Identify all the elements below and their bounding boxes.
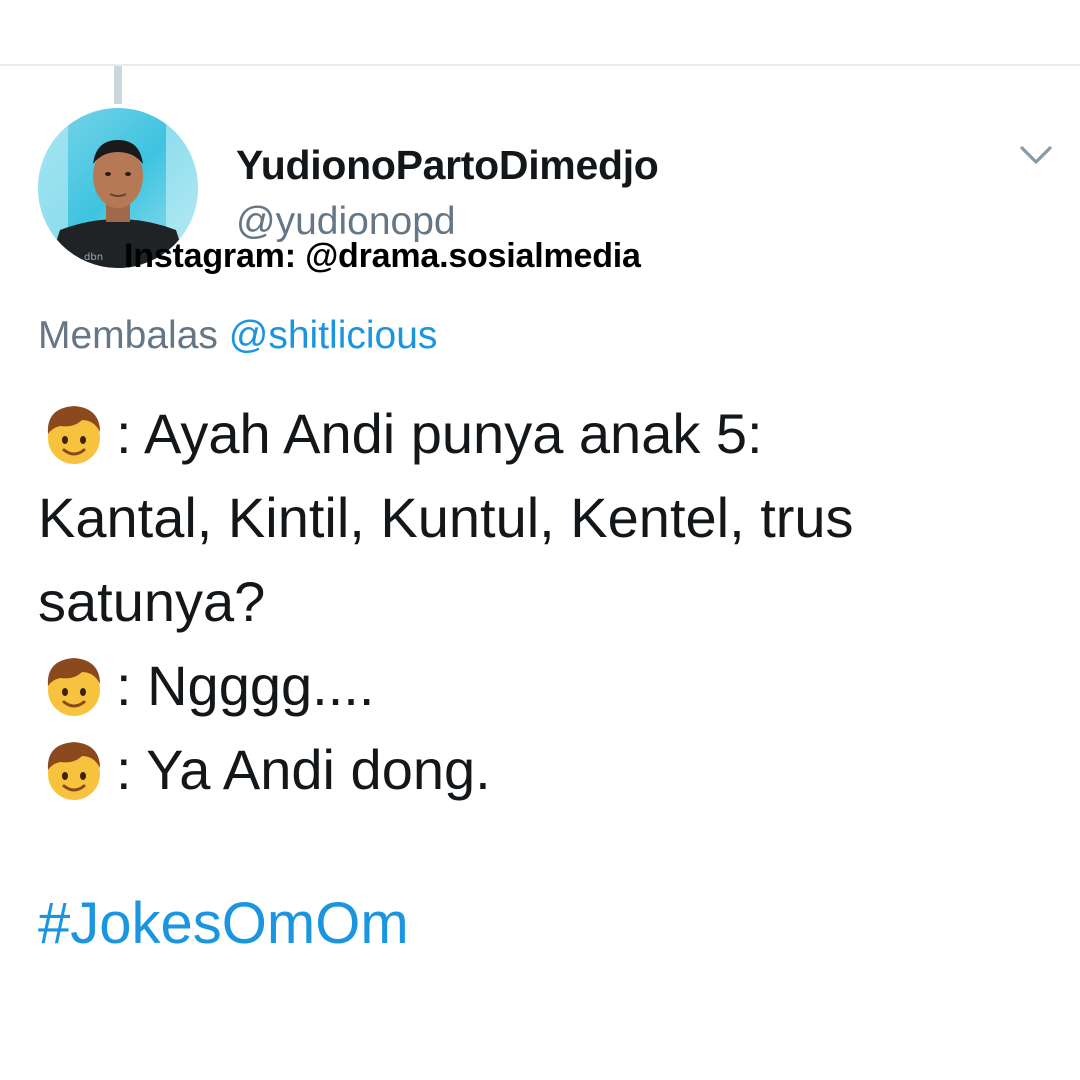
tweet-line-5-text: : Ya Andi dong. xyxy=(116,738,491,801)
tweet-line-2-text: Kantal, Kintil, Kuntul, Kentel, trus xyxy=(38,486,854,549)
reply-prefix: Membalas xyxy=(38,314,218,357)
tweet-line-4-text: : Ngggg.... xyxy=(116,654,375,717)
tweet-text: : Ayah Andi punya anak 5: Kantal, Kintil… xyxy=(38,392,1058,812)
tweet-line-2: Kantal, Kintil, Kuntul, Kentel, trus xyxy=(38,476,1058,560)
watermark-text: Instagram: @drama.sosialmedia xyxy=(124,237,641,275)
top-divider xyxy=(0,64,1080,66)
reply-context: Membalas @shitlicious xyxy=(38,314,437,358)
boy-emoji-icon xyxy=(47,406,100,464)
reply-target-link[interactable]: @shitlicious xyxy=(229,314,438,357)
boy-emoji-icon xyxy=(47,742,100,800)
chevron-down-icon[interactable] xyxy=(1016,140,1056,170)
tweet-line-5: : Ya Andi dong. xyxy=(38,728,1058,812)
tweet-line-4: : Ngggg.... xyxy=(38,644,1058,728)
tweet-line-1: : Ayah Andi punya anak 5: xyxy=(38,392,1058,476)
tweet-line-3: satunya? xyxy=(38,560,1058,644)
author-display-name[interactable]: YudionoPartoDimedjo xyxy=(236,142,659,189)
thread-connector-line xyxy=(114,66,122,104)
svg-text:dbn: dbn xyxy=(84,252,103,263)
tweet-line-3-text: satunya? xyxy=(38,570,266,633)
boy-emoji-icon xyxy=(47,658,100,716)
hashtag-link[interactable]: #JokesOmOm xyxy=(38,890,409,957)
tweet-line-1-text: : Ayah Andi punya anak 5: xyxy=(116,402,763,465)
